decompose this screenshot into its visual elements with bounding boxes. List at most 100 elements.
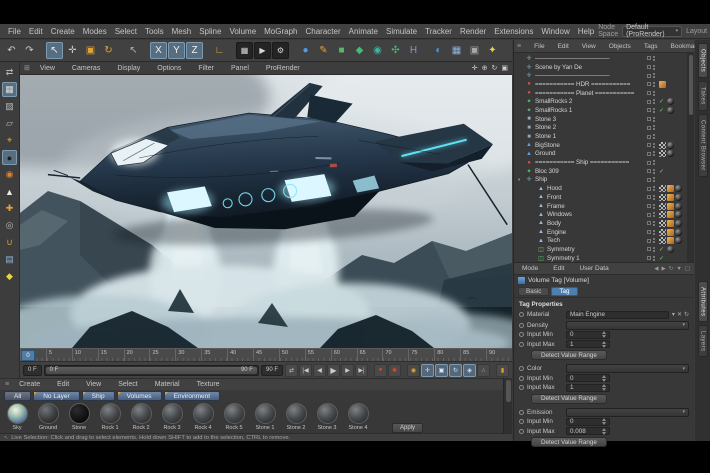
- visibility-dots[interactable]: [653, 99, 655, 104]
- spinner-icon[interactable]: [602, 384, 606, 391]
- y-axis-lock-icon[interactable]: Y: [168, 42, 185, 59]
- orange-tag[interactable]: [667, 229, 674, 236]
- simulate-icon[interactable]: ◉: [369, 42, 386, 59]
- material-item[interactable]: Rock 2: [126, 403, 156, 433]
- visibility-dots[interactable]: [653, 186, 655, 191]
- model-mode-icon[interactable]: ▦: [2, 82, 17, 97]
- menu-item[interactable]: Extensions: [490, 27, 537, 36]
- visibility-toggles[interactable]: [647, 108, 655, 113]
- visibility-toggles[interactable]: [647, 151, 655, 156]
- object-manager-menu-item[interactable]: Edit: [554, 43, 573, 50]
- layer-toggle[interactable]: [647, 213, 651, 217]
- visibility-toggles[interactable]: [647, 221, 655, 226]
- x-axis-lock-icon[interactable]: X: [150, 42, 167, 59]
- visibility-dots[interactable]: [653, 204, 655, 209]
- object-icon[interactable]: [537, 246, 545, 253]
- layer-toggle[interactable]: [647, 56, 651, 60]
- panel-menu-icon[interactable]: ≡: [5, 381, 9, 388]
- object-row[interactable]: Tech: [514, 236, 686, 245]
- visibility-toggles[interactable]: [647, 143, 655, 148]
- layer-toggle[interactable]: [647, 230, 651, 234]
- visibility-dots[interactable]: [653, 212, 655, 217]
- z-axis-lock-icon[interactable]: Z: [186, 42, 203, 59]
- key-rotation-button[interactable]: ↻: [449, 364, 462, 377]
- material-layer-tab[interactable]: Volumes: [117, 391, 162, 401]
- anim-dot[interactable]: [519, 410, 524, 415]
- solo-animation-button[interactable]: ▮: [496, 364, 509, 377]
- sphere-tag[interactable]: [675, 229, 682, 236]
- input-min-field[interactable]: 0: [566, 331, 610, 339]
- visibility-toggles[interactable]: [647, 169, 655, 174]
- visibility-dots[interactable]: [653, 108, 655, 113]
- menu-item[interactable]: Tools: [141, 27, 168, 36]
- object-icon[interactable]: [537, 212, 545, 218]
- loop-button[interactable]: ⇄: [285, 364, 298, 377]
- object-icon[interactable]: [537, 203, 545, 209]
- anim-dot[interactable]: [519, 312, 524, 317]
- input-min-field[interactable]: 0: [566, 374, 610, 382]
- layer-toggle[interactable]: [647, 143, 651, 147]
- material-preview-sphere[interactable]: [38, 403, 59, 424]
- anim-dot[interactable]: [519, 385, 524, 390]
- visibility-dots[interactable]: [653, 195, 655, 200]
- material-preview-sphere[interactable]: [317, 403, 338, 424]
- live-selection-icon[interactable]: ↖: [46, 42, 63, 59]
- layer-toggle[interactable]: [647, 152, 651, 156]
- object-icon[interactable]: [525, 125, 533, 131]
- material-preview-sphere[interactable]: [69, 403, 90, 424]
- anim-dot[interactable]: [519, 342, 524, 347]
- edges-mode-icon[interactable]: ◉: [2, 167, 17, 182]
- layer-toggle[interactable]: [647, 135, 651, 139]
- layer-toggle[interactable]: [647, 169, 651, 173]
- menu-item[interactable]: Simulate: [382, 27, 421, 36]
- menu-item[interactable]: Edit: [25, 27, 47, 36]
- visibility-dots[interactable]: [653, 160, 655, 165]
- attribute-tab[interactable]: Basic: [518, 287, 549, 296]
- material-preview-sphere[interactable]: [131, 403, 152, 424]
- orange-tag[interactable]: [659, 81, 666, 88]
- material-item[interactable]: Stone 4: [343, 403, 373, 433]
- visibility-dots[interactable]: [653, 82, 655, 87]
- orange-tag[interactable]: [667, 237, 674, 244]
- viewport-menu-item[interactable]: Display: [113, 65, 144, 72]
- object-manager-menu-item[interactable]: Objects: [605, 43, 635, 50]
- menu-item[interactable]: Modes: [79, 27, 111, 36]
- visibility-toggles[interactable]: [647, 230, 655, 235]
- panel-tab[interactable]: Objects: [698, 43, 708, 78]
- spinner-icon[interactable]: [602, 428, 606, 435]
- layer-toggle[interactable]: [647, 239, 651, 243]
- check-tag[interactable]: [659, 98, 666, 105]
- object-row[interactable]: Stone 3: [514, 115, 686, 124]
- visibility-dots[interactable]: [653, 230, 655, 235]
- current-frame-field[interactable]: 0 F: [23, 365, 42, 376]
- attribute-menu-item[interactable]: Mode: [518, 265, 542, 272]
- layer-toggle[interactable]: [647, 204, 651, 208]
- layer-toggle[interactable]: [647, 117, 651, 121]
- prev-frame-button[interactable]: ◀: [313, 364, 326, 377]
- material-menu-item[interactable]: Select: [114, 381, 141, 388]
- material-preview-sphere[interactable]: [255, 403, 276, 424]
- object-row[interactable]: Frame: [514, 202, 686, 211]
- make-editable-icon[interactable]: ⇄: [2, 65, 17, 80]
- filter-icon[interactable]: ▼: [676, 266, 681, 272]
- object-row[interactable]: Body: [514, 219, 686, 228]
- menu-item[interactable]: Window: [537, 27, 573, 36]
- menu-item[interactable]: Help: [574, 27, 598, 36]
- anim-dot[interactable]: [519, 376, 524, 381]
- visibility-toggles[interactable]: [647, 117, 655, 122]
- material-preview-sphere[interactable]: [7, 403, 28, 424]
- visibility-dots[interactable]: [653, 238, 655, 243]
- orange-tag[interactable]: [667, 194, 674, 201]
- key-position-button[interactable]: ✛: [421, 364, 434, 377]
- material-layer-tab[interactable]: All: [4, 391, 31, 401]
- material-item[interactable]: Stone 2: [281, 403, 311, 433]
- pen-icon[interactable]: ✎: [315, 42, 332, 59]
- checker-tag[interactable]: [659, 185, 666, 192]
- render-picture-viewer-icon[interactable]: ▶: [254, 42, 271, 59]
- visibility-toggles[interactable]: [647, 177, 655, 182]
- layer-toggle[interactable]: [647, 100, 651, 104]
- layer-toggle[interactable]: [647, 126, 651, 130]
- check-tag[interactable]: [659, 255, 666, 262]
- sphere-tag[interactable]: [675, 194, 682, 201]
- object-icon[interactable]: [525, 98, 533, 105]
